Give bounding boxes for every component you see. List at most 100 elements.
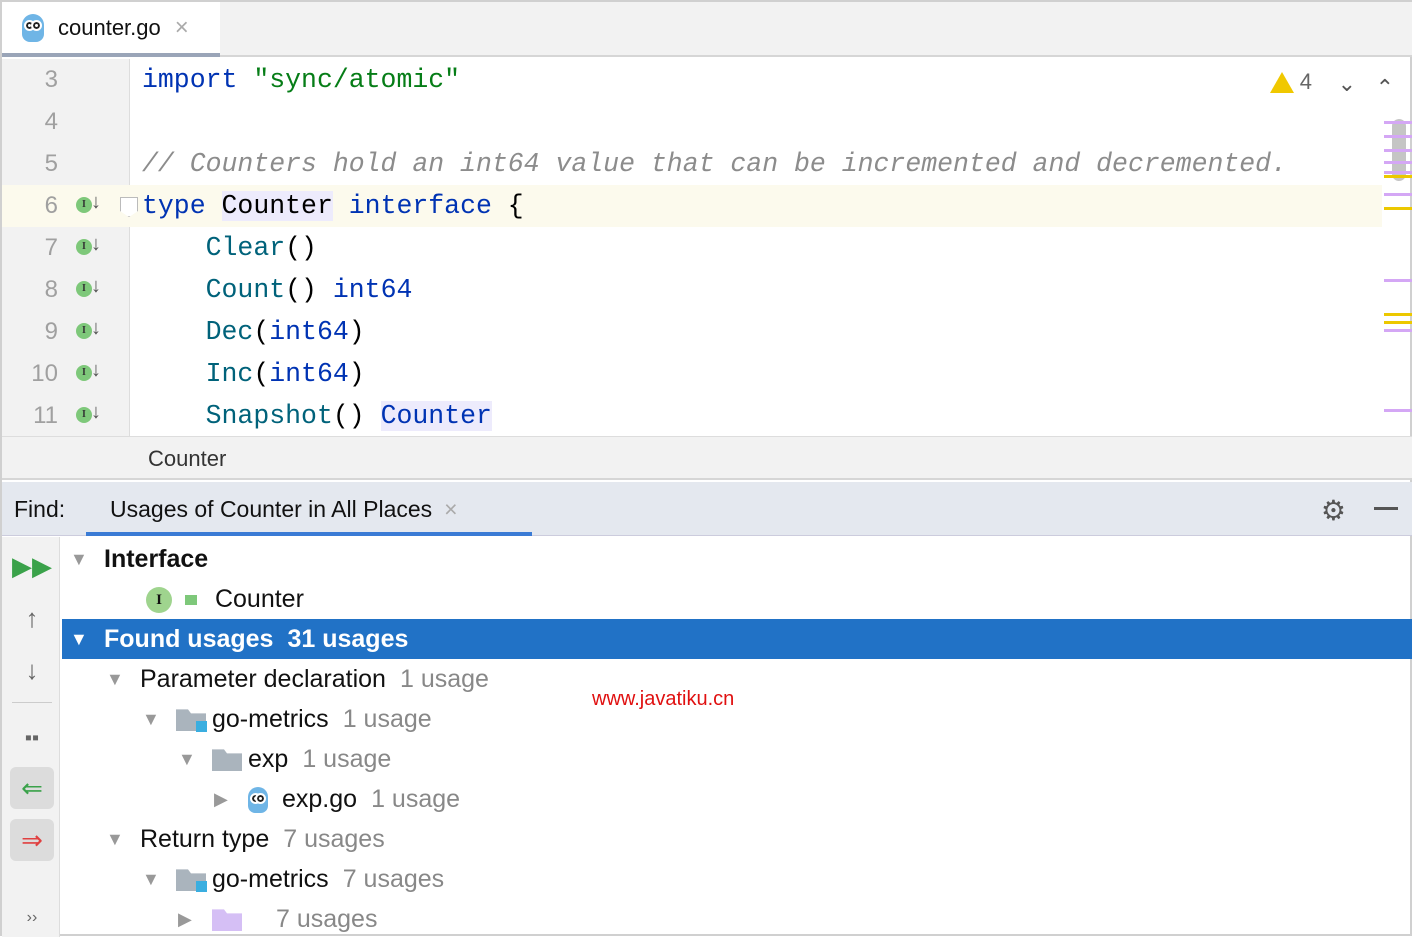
line-number: 3 xyxy=(2,59,58,101)
expand-arrow-icon[interactable]: ▼ xyxy=(142,699,160,739)
warning-marker[interactable] xyxy=(1384,313,1412,316)
tree-row[interactable]: ▼ Found usages 31 usages xyxy=(62,619,1412,659)
tab-usages-of-counter[interactable]: Usages of Counter in All Places× xyxy=(86,482,532,536)
warning-marker[interactable] xyxy=(1384,207,1412,210)
inspection-widget[interactable]: 4 xyxy=(1270,69,1312,95)
expand-arrow-icon[interactable]: ▼ xyxy=(70,619,88,659)
tree-row[interactable]: ▼ Interface xyxy=(62,539,1412,579)
tree-row[interactable]: ▼ Parameter declaration1 usage xyxy=(62,659,1412,699)
line-number: 10 xyxy=(2,353,58,395)
tree-row-label: Counter xyxy=(215,585,304,613)
tree-row-label: Parameter declaration xyxy=(140,665,386,693)
tree-row-content: go-metrics 7 usages xyxy=(176,859,444,899)
code-line[interactable]: 4 xyxy=(2,101,1382,143)
goto-implementation-icon[interactable]: ↓ xyxy=(90,359,102,385)
tree-row[interactable]: ▼Return type7 usages xyxy=(62,819,1412,859)
tree-row[interactable]: ▶ 7 usages xyxy=(62,899,1412,939)
gear-icon[interactable]: ⚙ xyxy=(1321,494,1346,527)
goto-implementation-icon[interactable]: ↓ xyxy=(90,317,102,343)
line-number: 11 xyxy=(2,395,58,436)
export-icon[interactable]: ⇒ xyxy=(10,819,54,861)
next-highlight-icon[interactable]: ⌄ xyxy=(1338,71,1356,97)
module-badge xyxy=(196,721,207,732)
find-toolwindow-header: Find: Usages of Counter in All Places× ⚙ xyxy=(2,482,1412,536)
hide-icon[interactable] xyxy=(1374,507,1398,510)
code-line[interactable]: 6I↓type Counter interface { xyxy=(2,185,1382,227)
expand-arrow-icon[interactable]: ▼ xyxy=(178,739,196,779)
usage-count: 7 usages xyxy=(276,905,377,933)
import-icon[interactable]: ⇐ xyxy=(10,767,54,809)
usage-marker[interactable] xyxy=(1384,171,1412,174)
expand-arrow-icon[interactable]: ▼ xyxy=(142,859,160,899)
module-badge xyxy=(196,881,207,892)
package-folder-icon xyxy=(212,909,242,931)
previous-highlight-icon[interactable]: ⌃ xyxy=(1376,75,1394,101)
goto-implementation-icon[interactable]: ↓ xyxy=(90,233,102,259)
expand-arrow-icon[interactable]: ▼ xyxy=(106,819,124,859)
group-by-icon[interactable]: ▪▪ xyxy=(10,717,54,759)
editor-tab-bar: counter.go × xyxy=(2,2,1412,57)
code-text: Clear() xyxy=(142,227,317,269)
code-text: Snapshot() Counter xyxy=(142,395,492,436)
code-line[interactable]: 8I↓ Count() int64 xyxy=(2,269,1382,311)
usage-count: 1 usage xyxy=(371,785,460,813)
usage-marker[interactable] xyxy=(1384,161,1412,164)
find-label: Find: xyxy=(14,496,65,523)
interface-icon: I xyxy=(146,587,172,613)
usage-marker[interactable] xyxy=(1384,121,1412,124)
expand-arrow-icon[interactable]: ▼ xyxy=(70,539,88,579)
line-number: 6 xyxy=(2,185,58,227)
public-icon xyxy=(185,595,197,605)
code-line[interactable]: 10I↓ Inc(int64) xyxy=(2,353,1382,395)
tree-row[interactable]: I Counter xyxy=(62,579,1412,619)
tree-row-content: I Counter xyxy=(146,579,304,619)
goto-implementation-icon[interactable]: ↓ xyxy=(90,401,102,427)
usage-marker[interactable] xyxy=(1384,329,1412,332)
line-number: 9 xyxy=(2,311,58,353)
usage-count: 31 usages xyxy=(287,625,408,653)
expand-arrow-icon[interactable]: ▼ xyxy=(106,659,124,699)
usages-tree[interactable]: ▼ Interface I Counter ▼ Found usages 31 usage… xyxy=(62,539,1412,939)
code-line[interactable]: 11I↓ Snapshot() Counter xyxy=(2,395,1382,436)
more-icon[interactable]: ›› xyxy=(10,897,54,939)
goto-implementation-icon[interactable]: ↓ xyxy=(90,191,102,217)
usage-count: 7 usages xyxy=(283,825,384,853)
rerun-icon[interactable]: ▶▶ xyxy=(10,545,54,587)
usage-marker[interactable] xyxy=(1384,409,1412,412)
arrow-up-icon[interactable]: ↑ xyxy=(10,597,54,639)
close-find-tab-icon[interactable]: × xyxy=(444,496,457,522)
usage-marker[interactable] xyxy=(1384,193,1412,196)
tree-row-label: Interface xyxy=(104,545,208,573)
tree-row-label: exp.go xyxy=(282,785,357,813)
expand-arrow-icon[interactable]: ▶ xyxy=(214,779,228,819)
close-tab-icon[interactable]: × xyxy=(175,14,189,42)
code-line[interactable]: 9I↓ Dec(int64) xyxy=(2,311,1382,353)
tree-row-label: Found usages xyxy=(104,625,273,653)
usage-marker[interactable] xyxy=(1384,279,1412,282)
warning-marker[interactable] xyxy=(1384,175,1412,178)
code-line[interactable]: 7I↓ Clear() xyxy=(2,227,1382,269)
tree-row[interactable]: ▼go-metrics1 usage xyxy=(62,699,1412,739)
tree-row-label: go-metrics xyxy=(212,865,329,893)
warning-marker[interactable] xyxy=(1384,321,1412,324)
code-editor[interactable]: 3import "sync/atomic"45// Counters hold … xyxy=(2,59,1412,436)
tree-row[interactable]: ▼exp1 usage xyxy=(62,739,1412,779)
arrow-down-icon[interactable]: ↓ xyxy=(10,649,54,691)
usage-marker[interactable] xyxy=(1384,149,1412,152)
expand-arrow-icon[interactable]: ▶ xyxy=(178,899,192,939)
usage-count: 7 usages xyxy=(343,865,444,893)
warning-icon xyxy=(1270,72,1294,93)
tree-row-content: Found usages 31 usages xyxy=(104,619,408,659)
folder-icon xyxy=(212,749,242,771)
breadcrumb[interactable]: Counter xyxy=(2,436,1412,480)
usage-marker[interactable] xyxy=(1384,135,1412,138)
code-line[interactable]: 3import "sync/atomic" xyxy=(2,59,1382,101)
goto-implementation-icon[interactable]: ↓ xyxy=(90,275,102,301)
tree-row-label: exp xyxy=(248,745,288,773)
tree-row[interactable]: ▼ go-metrics 7 usages xyxy=(62,859,1412,899)
tree-row[interactable]: ▶ exp.go 1 usage xyxy=(62,779,1412,819)
tree-row-content: Parameter declaration1 usage xyxy=(140,659,489,699)
tab-counter-go[interactable]: counter.go × xyxy=(2,2,220,57)
code-line[interactable]: 5// Counters hold an int64 value that ca… xyxy=(2,143,1382,185)
fold-icon[interactable] xyxy=(120,197,138,217)
